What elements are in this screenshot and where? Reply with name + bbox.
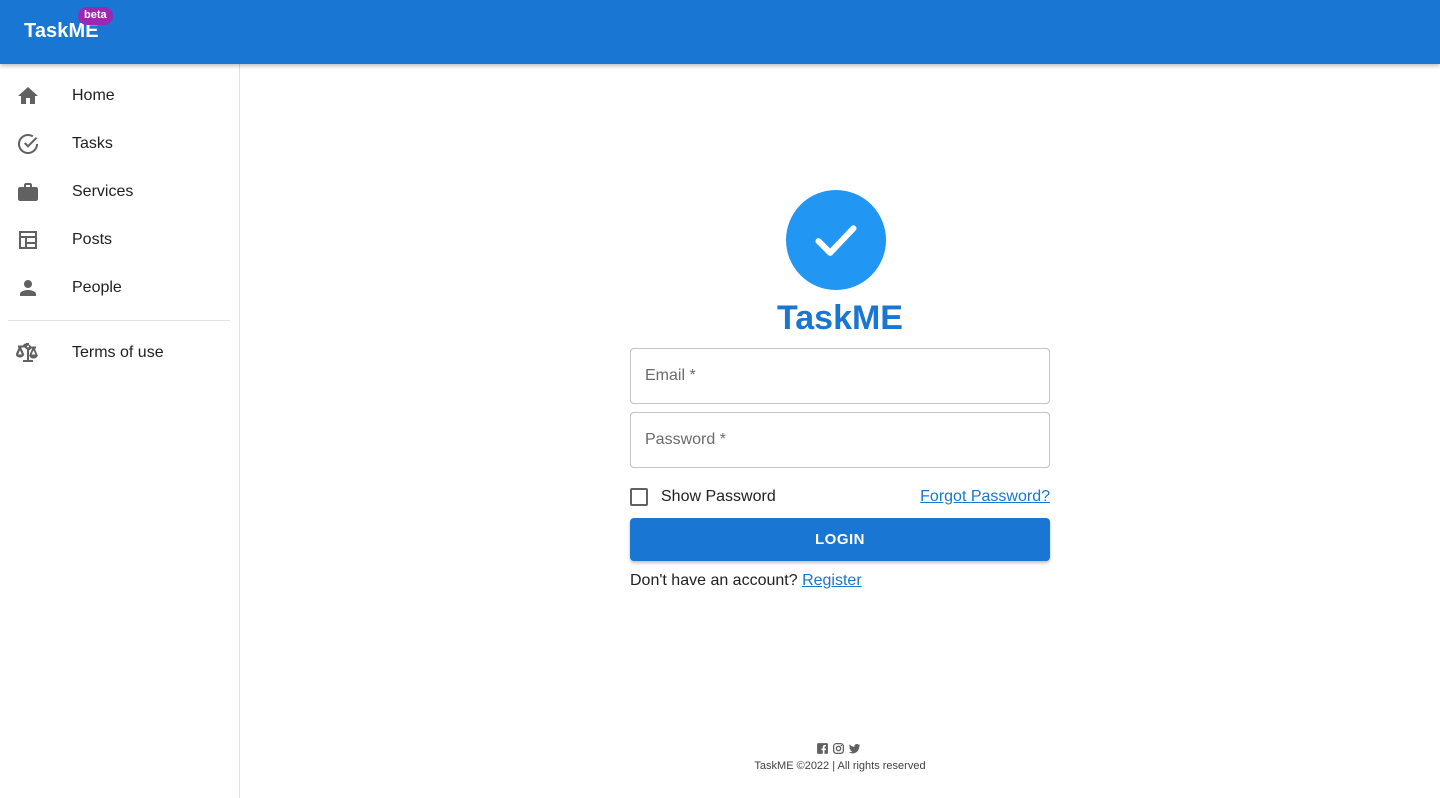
login-panel: TaskME Show Password Forgot Password? LO… bbox=[240, 64, 1440, 798]
scale-icon bbox=[16, 341, 40, 365]
sidebar-item-label: Home bbox=[72, 87, 115, 104]
login-title: TaskME bbox=[777, 299, 903, 337]
logo-check-icon bbox=[786, 190, 886, 290]
sidebar: Home Tasks Services Posts People Terms o… bbox=[0, 64, 240, 798]
sidebar-item-label: Tasks bbox=[72, 135, 113, 152]
check-circle-icon bbox=[16, 132, 40, 156]
app-bar: TaskME beta bbox=[0, 0, 1440, 64]
person-icon bbox=[16, 276, 40, 300]
sidebar-item-home[interactable]: Home bbox=[0, 72, 239, 120]
sidebar-item-label: People bbox=[72, 279, 122, 296]
sidebar-item-label: Posts bbox=[72, 231, 113, 248]
password-field-container bbox=[630, 412, 1050, 468]
email-field-container bbox=[630, 348, 1050, 404]
forgot-password-link[interactable]: Forgot Password? bbox=[919, 487, 1050, 507]
table-icon bbox=[16, 228, 40, 252]
sidebar-item-services[interactable]: Services bbox=[0, 168, 239, 216]
sidebar-item-terms[interactable]: Terms of use bbox=[0, 329, 239, 377]
social-links bbox=[816, 742, 861, 758]
sidebar-item-posts[interactable]: Posts bbox=[0, 216, 239, 264]
sidebar-item-tasks[interactable]: Tasks bbox=[0, 120, 239, 168]
twitter-icon[interactable] bbox=[848, 742, 861, 755]
password-field[interactable] bbox=[631, 413, 1049, 467]
sidebar-item-label: Services bbox=[72, 183, 134, 200]
register-prompt: Don't have an account? Register bbox=[630, 571, 862, 591]
sidebar-item-people[interactable]: People bbox=[0, 264, 239, 312]
footer-copyright: TaskME ©2022 | All rights reserved bbox=[754, 760, 926, 772]
register-prompt-text: Don't have an account? bbox=[630, 572, 798, 589]
register-link[interactable]: Register bbox=[802, 572, 862, 589]
login-button[interactable]: LOGIN bbox=[630, 518, 1050, 561]
sidebar-divider bbox=[8, 320, 230, 321]
facebook-icon[interactable] bbox=[816, 742, 829, 755]
show-password-label[interactable]: Show Password bbox=[661, 487, 776, 507]
show-password-checkbox[interactable] bbox=[630, 488, 648, 506]
home-icon bbox=[16, 84, 40, 108]
instagram-icon[interactable] bbox=[832, 742, 845, 755]
briefcase-icon bbox=[16, 180, 40, 204]
email-field[interactable] bbox=[631, 349, 1049, 403]
beta-badge: beta bbox=[78, 7, 113, 25]
sidebar-item-label: Terms of use bbox=[72, 344, 164, 361]
